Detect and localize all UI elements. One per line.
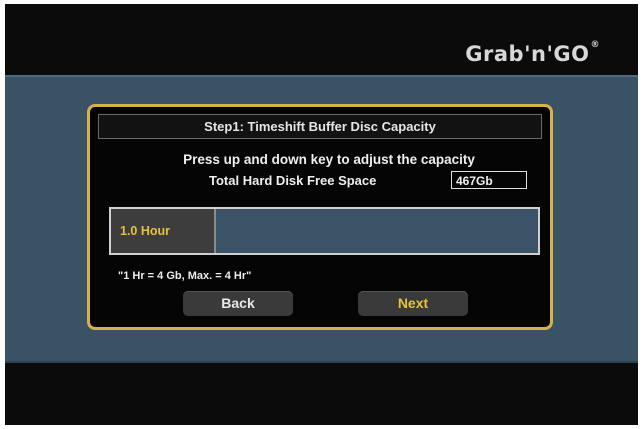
dialog-title: Step1: Timeshift Buffer Disc Capacity — [98, 114, 542, 139]
brand-logo-text: Grab'n'GO — [465, 42, 590, 66]
capacity-fill: 1.0 Hour — [111, 209, 216, 253]
tv-screen: Grab'n'GO® Step1: Timeshift Buffer Disc … — [5, 4, 638, 425]
back-button[interactable]: Back — [183, 291, 293, 316]
brand-logo: Grab'n'GO® — [465, 40, 600, 66]
free-space-label: Total Hard Disk Free Space — [209, 173, 377, 188]
free-space-value: 467Gb — [451, 171, 527, 189]
next-button[interactable]: Next — [358, 291, 468, 316]
setup-dialog: Step1: Timeshift Buffer Disc Capacity Pr… — [87, 104, 553, 330]
registered-mark: ® — [590, 40, 600, 50]
instruction-text: Press up and down key to adjust the capa… — [183, 152, 475, 167]
capacity-note: "1 Hr = 4 Gb, Max. = 4 Hr" — [118, 270, 252, 282]
capacity-value-label: 1.0 Hour — [120, 224, 171, 238]
capacity-slider[interactable]: 1.0 Hour — [109, 207, 540, 255]
